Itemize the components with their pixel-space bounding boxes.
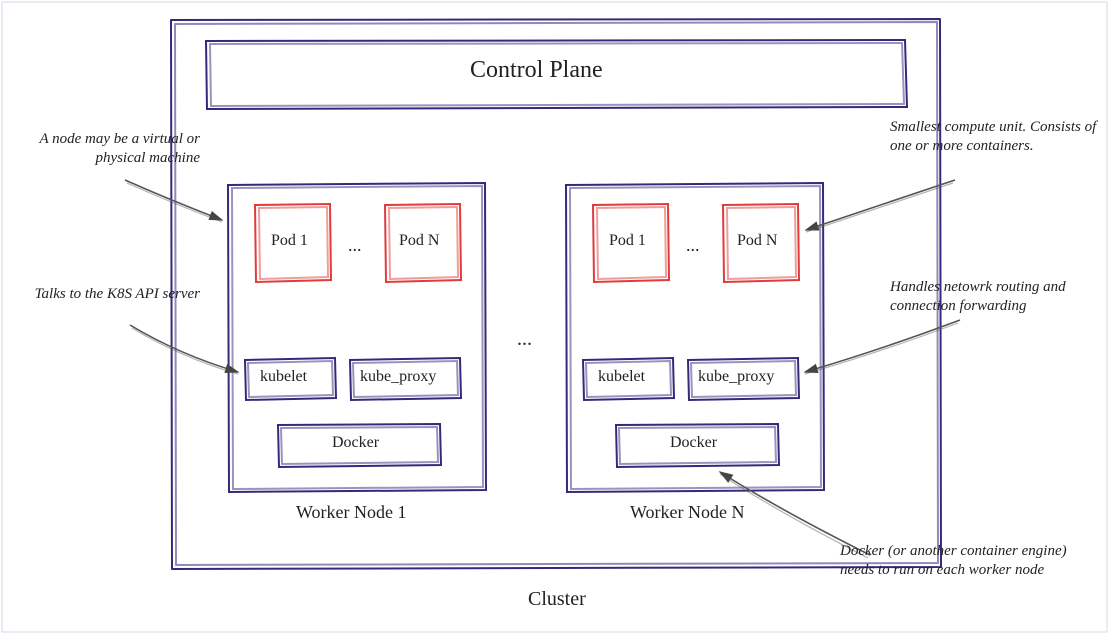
podn-n2-label: Pod N [737, 232, 777, 250]
cluster-label: Cluster [528, 588, 586, 611]
arrow-node [125, 180, 222, 220]
pod1-n2-label: Pod 1 [609, 232, 646, 250]
annot-kubeproxy: Handles netowrk routing and connection f… [890, 278, 1105, 316]
arrow-kubelet [130, 325, 238, 372]
kubeproxy-n1-label: kube_proxy [360, 368, 436, 386]
arrow-kubeproxy [805, 320, 960, 372]
kubelet-n1-label: kubelet [260, 368, 307, 386]
cluster-box [171, 19, 941, 569]
podn-n1-label: Pod N [399, 232, 439, 250]
annot-node: A node may be a virtual or physical mach… [10, 130, 200, 168]
annot-pod: Smallest compute unit. Consists of one o… [890, 118, 1100, 156]
control-plane-label: Control Plane [470, 57, 603, 84]
kubeproxy-n2-label: kube_proxy [698, 368, 774, 386]
arrow-pod [806, 180, 955, 230]
annot-kubelet: Talks to the K8S API server [10, 285, 200, 304]
pod-ellipsis-n2: ... [686, 235, 700, 256]
annot-docker: Docker (or another container engine) nee… [840, 542, 1100, 580]
nodes-ellipsis: ... [517, 328, 532, 351]
pod1-n1-label: Pod 1 [271, 232, 308, 250]
worker-node-n-label: Worker Node N [630, 502, 745, 523]
pod-ellipsis-n1: ... [348, 235, 362, 256]
kubelet-n2-label: kubelet [598, 368, 645, 386]
worker-node-1-label: Worker Node 1 [296, 502, 407, 523]
docker-n2-label: Docker [670, 434, 717, 452]
diagram-svg [0, 0, 1109, 634]
docker-n1-label: Docker [332, 434, 379, 452]
